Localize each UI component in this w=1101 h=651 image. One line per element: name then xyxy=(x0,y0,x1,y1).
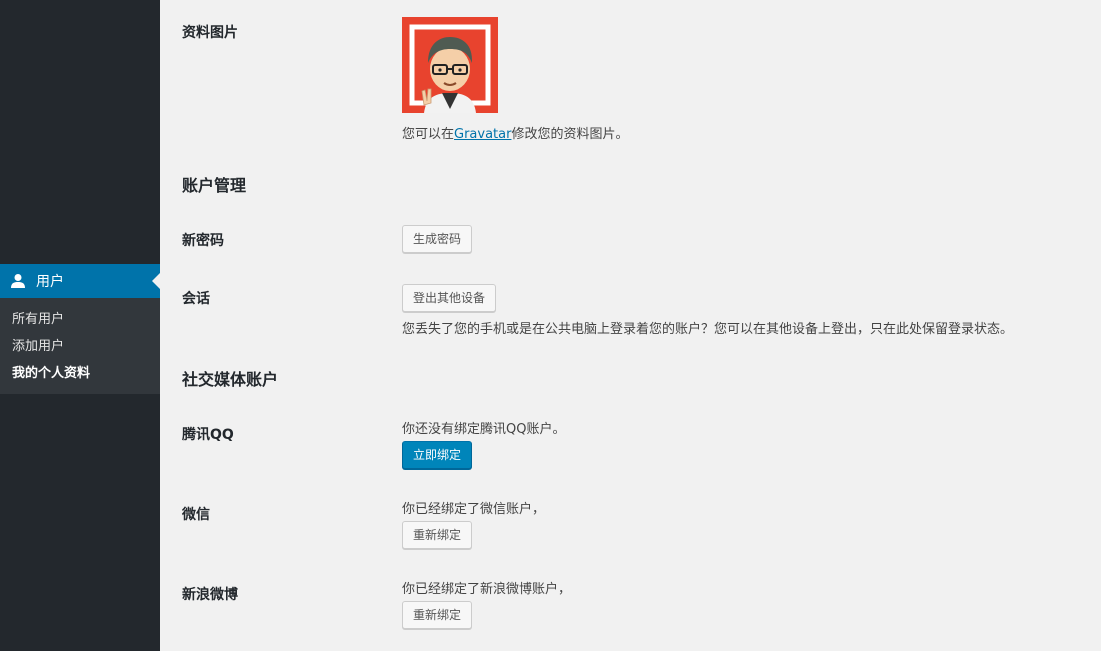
rebind-weibo-button[interactable]: 重新绑定 xyxy=(402,601,473,629)
sessions-hint: 您丢失了您的手机或是在公共电脑上登录着您的账户？您可以在其他设备上登出，只在此处… xyxy=(402,322,1014,337)
profile-form: 资料图片 您可以在Gravatar修改您的资料图片。 账户管理 新密码 生成密码… xyxy=(160,0,1101,651)
weibo-status: 你已经绑定了新浪微博账户， xyxy=(402,582,572,597)
user-icon xyxy=(10,273,26,289)
avatar-hint-suffix: 修改您的资料图片。 xyxy=(511,127,629,142)
bind-qq-button[interactable]: 立即绑定 xyxy=(402,441,473,469)
submenu-all-users[interactable]: 所有用户 xyxy=(0,306,160,333)
account-section-title: 账户管理 xyxy=(182,176,247,195)
avatar-hint-prefix: 您可以在 xyxy=(402,127,455,142)
weibo-label: 新浪微博 xyxy=(182,587,238,603)
submenu-my-profile[interactable]: 我的个人资料 xyxy=(0,360,160,387)
users-submenu: 所有用户 添加用户 我的个人资料 xyxy=(0,298,160,394)
new-password-label: 新密码 xyxy=(182,233,224,249)
sessions-label: 会话 xyxy=(182,291,210,307)
sidebar-item-label: 用户 xyxy=(36,274,64,290)
rebind-wechat-button[interactable]: 重新绑定 xyxy=(402,521,473,549)
submenu-add-user[interactable]: 添加用户 xyxy=(0,333,160,360)
avatar-hint: 您可以在Gravatar修改您的资料图片。 xyxy=(402,123,628,142)
admin-sidebar: 用户 所有用户 添加用户 我的个人资料 xyxy=(0,0,160,651)
gravatar-link[interactable]: Gravatar xyxy=(454,127,511,142)
generate-password-button[interactable]: 生成密码 xyxy=(402,225,473,253)
social-section-title: 社交媒体账户 xyxy=(182,370,279,389)
profile-picture-label: 资料图片 xyxy=(182,25,238,41)
wechat-status: 你已经绑定了微信账户， xyxy=(402,502,546,517)
avatar xyxy=(402,17,498,113)
qq-label: 腾讯QQ xyxy=(182,427,234,443)
wechat-label: 微信 xyxy=(182,507,210,523)
sidebar-item-users[interactable]: 用户 xyxy=(0,264,160,298)
qq-status: 你还没有绑定腾讯QQ账户。 xyxy=(402,422,566,437)
logout-other-devices-button[interactable]: 登出其他设备 xyxy=(402,284,497,312)
